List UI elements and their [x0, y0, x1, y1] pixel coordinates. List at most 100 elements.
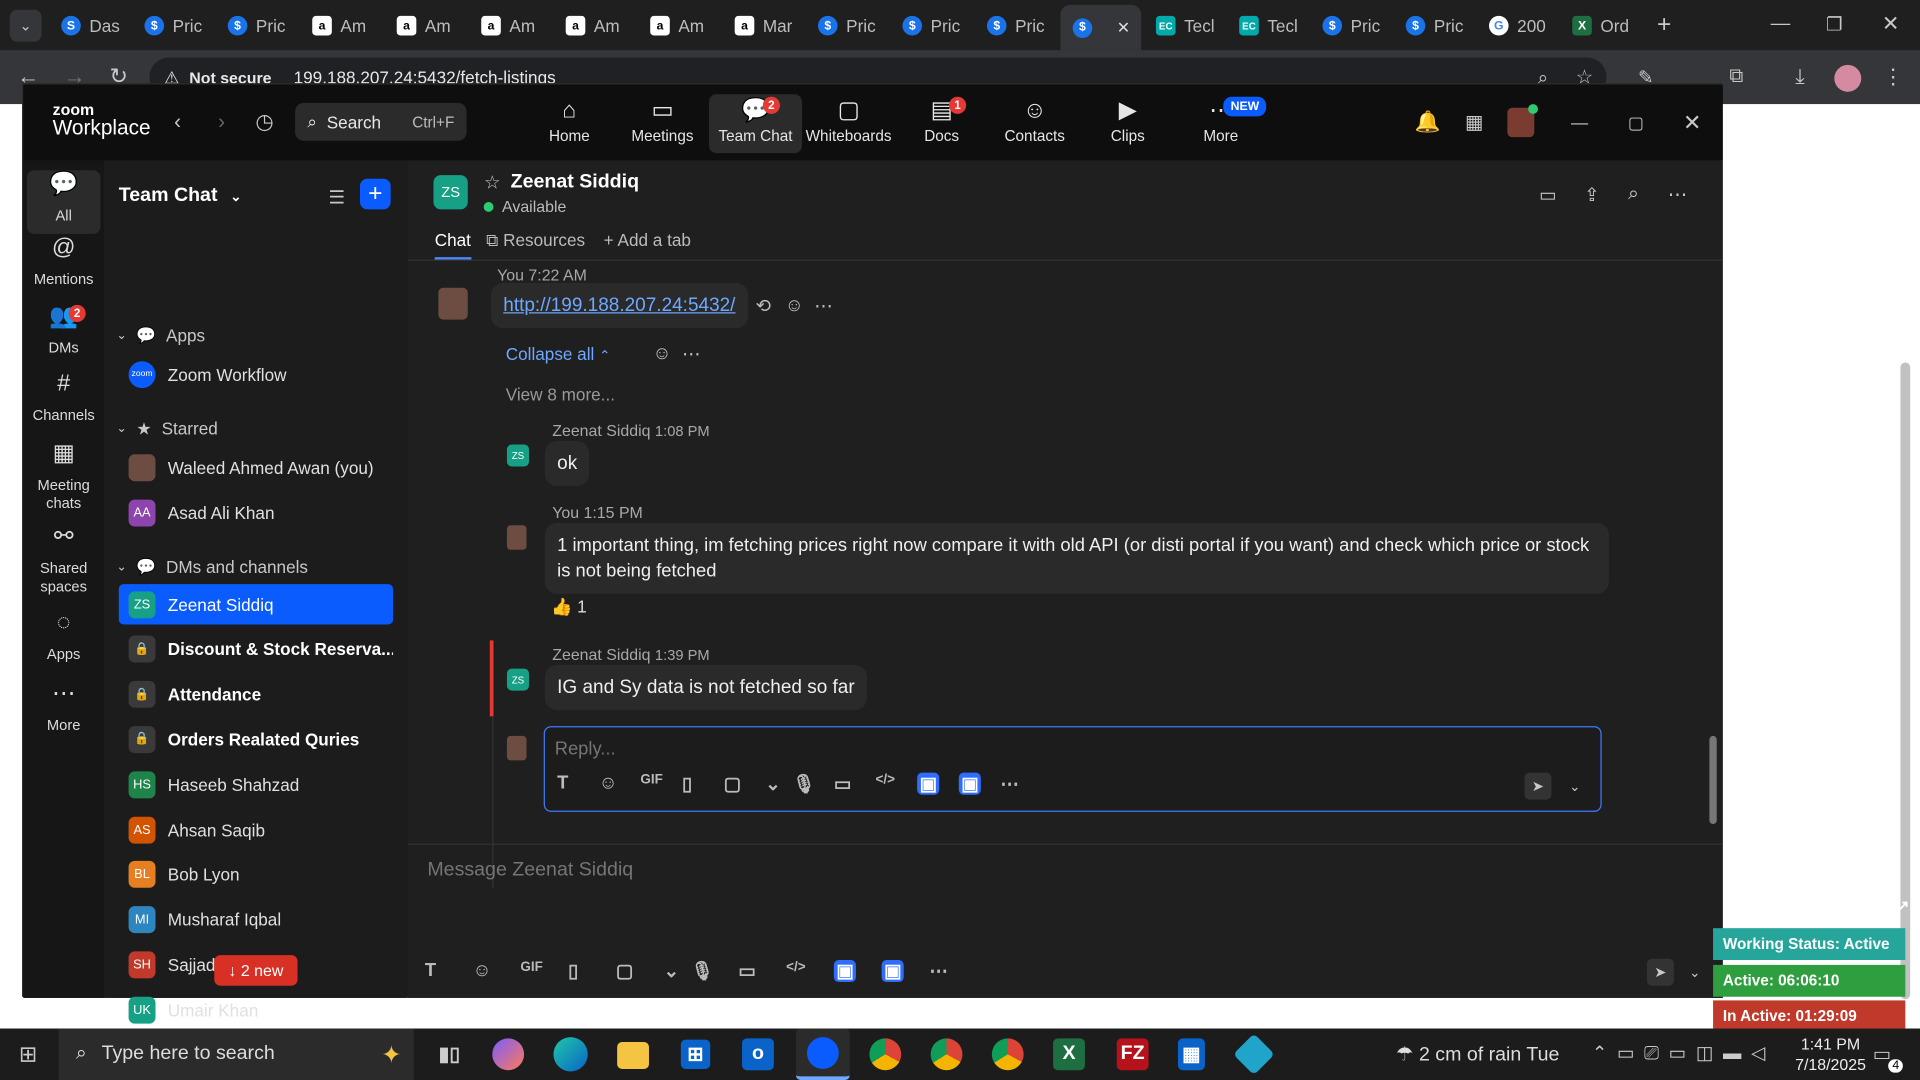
tab-search-icon[interactable]: ⌄	[9, 9, 42, 42]
star-outline-icon[interactable]: ☆	[481, 171, 503, 194]
thread-more-icon[interactable]: ⋯	[682, 343, 700, 365]
sidebar-item[interactable]: MI Musharaf Iqbal	[119, 900, 393, 940]
nav-forward-icon[interactable]: ›	[209, 109, 233, 136]
toolbar-tool-icon[interactable]: GIF	[520, 960, 542, 975]
weather[interactable]: ☂ 2 cm of rain Tue	[1396, 1042, 1559, 1066]
sidebar-item[interactable]: AS Ahsan Saqib	[119, 809, 393, 849]
sidebar-item[interactable]: 🔒 Discount & Stock Reserva...	[119, 629, 393, 669]
tab-close-icon[interactable]: ✕	[1117, 18, 1130, 38]
browser-tab[interactable]: EC Tecl	[1227, 7, 1308, 44]
toolbar-tool-icon[interactable]: ☺	[473, 960, 492, 981]
profile-avatar[interactable]	[1834, 64, 1862, 92]
extension-puzzle-icon[interactable]: ⧉	[1724, 65, 1748, 89]
view-more-link[interactable]: View 8 more...	[506, 384, 615, 404]
rail-channels[interactable]: # Channels	[27, 372, 100, 425]
sidebar-item[interactable]: ZS Zeenat Siddiq	[118, 584, 394, 625]
toolbar-tool-icon[interactable]: ⋯	[929, 960, 947, 982]
notifications-bell-icon[interactable]: 🔔	[1414, 109, 1441, 136]
browser-tab[interactable]: $ Pric	[975, 7, 1056, 44]
browser-tab[interactable]: $ Pric	[806, 7, 887, 44]
contact-name[interactable]: Zeenat Siddiq	[511, 171, 639, 193]
nav-home[interactable]: ⌂ Home	[523, 94, 616, 153]
sidebar-item[interactable]: 🔒 Orders Realated Quries	[119, 719, 393, 759]
nav-whiteboards[interactable]: ▢ Whiteboards	[802, 94, 895, 153]
r2-reaction[interactable]: 👍 1	[551, 596, 587, 617]
starred-item[interactable]: AA Asad Ali Khan	[119, 492, 393, 532]
toolbar-tool-icon[interactable]: T	[557, 773, 568, 794]
tab-chat[interactable]: Chat	[434, 230, 471, 260]
message-input[interactable]	[427, 855, 1530, 886]
browser-tab[interactable]: $ Pric	[1393, 7, 1474, 44]
tab-add[interactable]: + Add a tab	[604, 230, 691, 250]
rail-meeting-chats[interactable]: ▦ Meeting chats	[27, 442, 100, 513]
send-icon[interactable]: ➤	[1646, 958, 1674, 986]
sidebar-item[interactable]: HS Haseeb Shahzad	[119, 764, 393, 804]
filter-icon[interactable]: ☰	[324, 185, 348, 209]
msg1-avatar[interactable]	[438, 287, 468, 320]
msg-more-icon[interactable]: ⋯	[814, 295, 832, 317]
reply-send-options-icon[interactable]: ⌄	[1566, 774, 1583, 798]
nav-team-chat[interactable]: 💬 Team Chat 2	[708, 94, 803, 154]
toolbar-tool-icon[interactable]: ▯	[568, 960, 578, 982]
calendar-icon[interactable]: ▦	[1461, 109, 1488, 136]
zoom-taskbar-icon[interactable]	[795, 1028, 850, 1080]
start-icon[interactable]: ⊞	[15, 1041, 42, 1068]
browser-tab[interactable]: a Mar	[722, 7, 803, 44]
nav-clips[interactable]: ▶ Clips	[1081, 94, 1174, 153]
new-tab-icon[interactable]: +	[1651, 10, 1678, 39]
send-options-icon[interactable]: ⌄	[1686, 960, 1703, 984]
chrome-icon-1[interactable]	[869, 1038, 902, 1071]
history-icon[interactable]: ◷	[251, 109, 278, 136]
chat-scrollbar[interactable]	[1709, 735, 1717, 825]
nav-more[interactable]: ⋯ More NEW	[1174, 94, 1267, 153]
chrome-icon-3[interactable]	[991, 1038, 1024, 1071]
browser-tab[interactable]: a Am	[638, 7, 719, 44]
file-explorer-icon[interactable]	[617, 1042, 649, 1069]
toolbar-tool-icon[interactable]: ▣	[958, 772, 982, 795]
share-screen-icon[interactable]: ⇪	[1578, 182, 1605, 206]
sidebar-item[interactable]: UK Umair Khan	[119, 990, 393, 1030]
toolbar-tool-icon[interactable]: ▣	[833, 960, 857, 983]
notification-center-icon[interactable]: ▭ 4	[1866, 1041, 1903, 1073]
toolbar-tool-icon[interactable]: ▢	[616, 960, 633, 982]
browser-tab[interactable]: X Ord	[1560, 7, 1641, 44]
app-icon[interactable]	[1233, 1033, 1275, 1076]
collapse-all-link[interactable]: Collapse all ⌃	[506, 344, 611, 364]
browser-tab[interactable]: $ Pric	[1310, 7, 1391, 44]
excel-icon[interactable]: X	[1053, 1038, 1085, 1071]
maximize-zoom-icon[interactable]: ▢	[1622, 109, 1649, 136]
starred-item[interactable]: Waleed Ahmed Awan (you)	[119, 447, 393, 487]
r2-avatar[interactable]	[506, 525, 527, 550]
minimize-zoom-icon[interactable]: —	[1566, 109, 1593, 136]
nav-meetings[interactable]: ▭ Meetings	[616, 94, 709, 153]
browser-tab[interactable]: $ ✕	[1060, 4, 1142, 51]
toolbar-tool-icon[interactable]: ▣	[917, 772, 940, 795]
nav-docs[interactable]: ▤ Docs 1	[895, 94, 988, 153]
toolbar-tool-icon[interactable]: </>	[786, 960, 805, 975]
toolbar-tool-icon[interactable]: T	[425, 960, 436, 981]
toolbar-tool-icon[interactable]: ⌄	[765, 773, 780, 795]
contact-avatar[interactable]: ZS	[433, 175, 468, 210]
dms-section[interactable]: ⌄ 💬 DMs and channels	[116, 553, 308, 580]
calculator-icon[interactable]: ▦	[1177, 1038, 1205, 1071]
starred-section[interactable]: ⌄ ★ Starred	[116, 415, 217, 442]
thread-reaction-icon[interactable]: ☺	[653, 343, 672, 364]
browser-tab[interactable]: a Am	[469, 7, 550, 44]
chat-more-icon[interactable]: ⋯	[1664, 182, 1691, 206]
sidebar-item[interactable]: BL Bob Lyon	[119, 854, 393, 894]
download-icon[interactable]: ⤓	[1788, 65, 1812, 89]
browser-tab[interactable]: EC Tecl	[1144, 7, 1225, 44]
outlook-icon[interactable]: o	[742, 1038, 774, 1071]
tab-resources[interactable]: ⧉ Resources	[486, 230, 585, 251]
browser-tab[interactable]: G 200	[1477, 7, 1558, 44]
add-reaction-icon[interactable]: ☺	[785, 295, 804, 316]
browser-tab[interactable]: $ Pric	[132, 7, 213, 44]
msg1-link[interactable]: http://199.188.207.24:5432/	[503, 295, 735, 316]
copilot-icon[interactable]	[492, 1038, 525, 1071]
video-call-icon[interactable]: ▭	[1534, 182, 1561, 206]
chrome-icon-2[interactable]	[930, 1038, 963, 1071]
browser-tab[interactable]: a Am	[300, 7, 381, 44]
reply-thread-icon[interactable]: ⟲	[756, 295, 771, 317]
new-chat-button[interactable]: +	[360, 178, 391, 210]
toolbar-tool-icon[interactable]: GIF	[640, 773, 662, 788]
